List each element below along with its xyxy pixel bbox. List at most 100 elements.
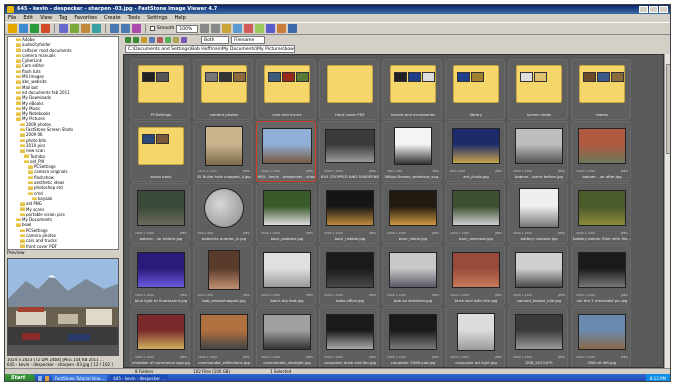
start-button[interactable]: Start: [5, 374, 35, 381]
image-thumbnail[interactable]: 1600 x 1200 JPEG bob's big foot.jpg: [256, 245, 316, 306]
menu-item-create[interactable]: Create: [104, 14, 121, 22]
view-combo[interactable]: Filename: [231, 35, 265, 44]
thumbnail-dimensions: 1600 x 1200: [576, 169, 595, 173]
image-thumbnail[interactable]: 1600 x 1200 JPEG barn_overcast.jpg: [445, 183, 505, 244]
batch-icon[interactable]: [266, 24, 276, 33]
up-folder-icon[interactable]: [141, 36, 147, 43]
refresh-icon[interactable]: [149, 36, 155, 43]
image-thumbnail[interactable]: 1600 x 1200 JPEG battery barrier filter wi…: [571, 183, 631, 244]
task-button[interactable]: FastStone Tutorial lima...: [52, 375, 108, 381]
vertical-scrollbar[interactable]: [664, 54, 670, 368]
menu-item-favorites[interactable]: Favorites: [74, 14, 97, 22]
folder-thumbnail[interactable]: homes and accessories: [382, 59, 442, 120]
effects-icon[interactable]: [255, 24, 265, 33]
image-thumbnail[interactable]: 1600 x 1200 JPEG DSB sit left.jpg: [571, 307, 631, 367]
folder-thumbnail[interactable]: front cover PDF: [319, 59, 379, 120]
fit-icon[interactable]: [200, 24, 210, 33]
image-thumbnail[interactable]: 1600 x 1200 JPEG bob on stretcher.jpg: [382, 245, 442, 306]
thumbnail-dimensions: 600 x 800: [198, 293, 214, 297]
select-all-icon[interactable]: [173, 36, 179, 43]
image-thumbnail[interactable]: 1600 x 1200 JPEG computer art light.jpg: [445, 307, 505, 367]
email-icon[interactable]: [81, 24, 90, 33]
folder-thumbnail[interactable]: cars and trucks: [256, 59, 316, 120]
thumbnail-label: car tire 2 mechadel pic.jpg: [576, 298, 628, 303]
save-icon[interactable]: [30, 24, 39, 33]
image-thumbnail[interactable]: 1600 x 1200 JPEG babner - jar after.jpg: [571, 121, 631, 182]
image-thumbnail[interactable]: 1600 x 1200 JPEG canned_blower_pile.jpg: [508, 245, 568, 306]
image-thumbnail[interactable]: 1600 x 1200 JPEG commander_starlight.jpg: [256, 307, 316, 367]
menu-item-view[interactable]: View: [40, 14, 52, 22]
image-thumbnail[interactable]: 600 x 600 JPEG babneria quarter_jc.jpg: [193, 183, 253, 244]
thumbnail-label: DSB_2013.JPG: [525, 360, 553, 365]
copy-to-icon[interactable]: [157, 36, 163, 43]
menu-item-help[interactable]: Help: [174, 14, 185, 22]
tree-node[interactable]: homes and accessories: [8, 249, 118, 250]
image-thumbnail[interactable]: 1600 x 1200 JPEG brick wall with kite.jpg: [445, 245, 505, 306]
image-thumbnail[interactable]: 800 x 600 JPEG ant_jinsta.jpg: [445, 121, 505, 182]
image-thumbnail[interactable]: 360 x 360 PNG 360px-Brosen_windrose_svg...: [382, 121, 442, 182]
menu-item-settings[interactable]: Settings: [147, 14, 168, 22]
image-thumbnail[interactable]: 1600 x 1200 JPEG computer drive and fan.jp…: [319, 307, 379, 367]
image-thumbnail[interactable]: 1600 x 1200 JPEG commander_reflections.jpg: [193, 307, 253, 367]
smooth-checkbox[interactable]: [150, 26, 155, 31]
image-thumbnail[interactable]: 1600 x 1200 JPEG bobs office.jpg: [319, 245, 379, 306]
sort-combo[interactable]: Both: [201, 35, 229, 44]
forward-icon[interactable]: [133, 36, 139, 43]
delete-icon[interactable]: [41, 24, 50, 33]
image-thumbnail[interactable]: 1600 x 1200 JPEG barn_nebble.jpg: [319, 183, 379, 244]
folder-thumbnail[interactable]: santa bank: [130, 121, 190, 182]
back-icon[interactable]: [125, 36, 131, 43]
adjust-icon[interactable]: [233, 24, 243, 33]
menu-item-edit[interactable]: Edit: [23, 14, 33, 22]
image-thumbnail[interactable]: 1600 x 1200 JPEG battery canister.jpg: [508, 183, 568, 244]
minimize-button[interactable]: [639, 6, 648, 13]
scrollbar-thumb[interactable]: [666, 64, 670, 154]
acquire-icon[interactable]: [19, 24, 28, 33]
folder-thumbnail[interactable]: screen shots: [508, 59, 568, 120]
image-thumbnail[interactable]: 1600 x 1200 JPEG car tire 2 mechadel pic.j…: [571, 245, 631, 306]
image-thumbnail[interactable]: 1600 x 1200 JPEG 645 CROPPED AND SHARPENED…: [319, 121, 379, 182]
menu-item-tag[interactable]: Tag: [59, 14, 67, 22]
open-icon[interactable]: [8, 24, 17, 33]
help-icon[interactable]: [288, 24, 298, 33]
image-thumbnail[interactable]: 1600 x 1200 JPEG babner - burnt before.jpg: [508, 121, 568, 182]
image-thumbnail[interactable]: 1600 x 1200 JPEG barn_pebbles.jpg: [256, 183, 316, 244]
menu-item-tools[interactable]: Tools: [128, 14, 140, 22]
compare-icon[interactable]: [70, 24, 79, 33]
settings-icon[interactable]: [277, 24, 287, 33]
thumbnail-label: computer drive and fan.jpg: [324, 360, 376, 365]
menu-item-file[interactable]: File: [8, 14, 16, 22]
resize-icon[interactable]: [132, 24, 141, 33]
image-thumbnail[interactable]: 1600 x 1200 JPEG babner - jar before.jpg: [130, 183, 190, 244]
task-button[interactable]: 645 - kevin - despecker ...: [110, 375, 169, 381]
folder-thumbnail[interactable]: library: [445, 59, 505, 120]
thumbnail-size-icon[interactable]: [181, 36, 187, 43]
folder-thumbnail[interactable]: teams: [571, 59, 631, 120]
image-thumbnail[interactable]: 1600 x 1200 JPEG barn_nebie.jpg: [382, 183, 442, 244]
slideshow-icon[interactable]: [59, 24, 68, 33]
zoom-combo[interactable]: 100%: [176, 24, 199, 33]
actual-size-icon[interactable]: [211, 24, 221, 33]
rotate-right-icon[interactable]: [121, 24, 130, 33]
preview-label: Preview: [7, 251, 25, 256]
print-icon[interactable]: [92, 24, 101, 33]
crop-icon[interactable]: [222, 24, 232, 33]
image-thumbnail[interactable]: 1600 x 1200 JPEG computer 200B pad.jpg: [382, 307, 442, 367]
image-thumbnail[interactable]: 1600 x 1200 JPEG chamber of commerce sign.…: [130, 307, 190, 367]
close-button[interactable]: [659, 6, 668, 13]
image-thumbnail[interactable]: 600 x 800 JPEG bob_photoshopped.jpg: [193, 245, 253, 306]
image-thumbnail[interactable]: 1600 x 1200 JPEG blue light to fluorescent…: [130, 245, 190, 306]
folder-thumbnail[interactable]: camera photos: [193, 59, 253, 120]
image-thumbnail[interactable]: 1600 x 1200 JPEG DSB_2013.JPG: [508, 307, 568, 367]
image-thumbnail[interactable]: 1111 x 1111 JPEG ID Bullet hole cropped_V.…: [193, 121, 253, 182]
move-to-icon[interactable]: [165, 36, 171, 43]
quicklaunch-icon[interactable]: [45, 375, 49, 381]
folder-thumbnail[interactable]: PCSettings: [130, 59, 190, 120]
red-eye-icon[interactable]: [244, 24, 254, 33]
maximize-button[interactable]: [649, 6, 658, 13]
address-input[interactable]: C:\Documents and Settings\Bob Hoffman\My…: [125, 44, 295, 53]
folder-tree[interactable]: Adobe audacityfolder calfacer mod document…: [7, 36, 119, 250]
image-thumbnail[interactable]: 1600 x 1200 JPEG 645 - kevin - despecker -…: [256, 121, 316, 182]
quicklaunch-icon[interactable]: [38, 375, 42, 381]
rotate-left-icon[interactable]: [110, 24, 119, 33]
